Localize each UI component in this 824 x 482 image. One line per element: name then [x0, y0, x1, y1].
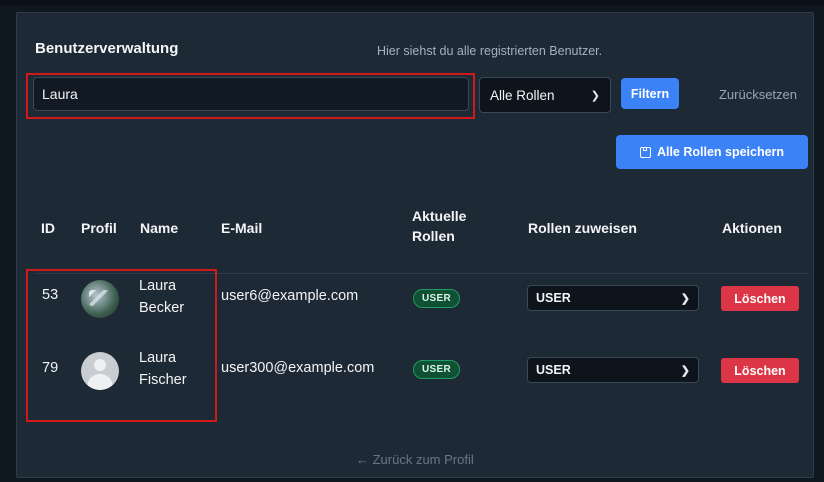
back-to-profile-link[interactable]: ← Zurück zum Profil [356, 452, 474, 467]
user-email: user300@example.com [221, 360, 375, 376]
save-all-roles-button[interactable]: Alle Rollen speichern [616, 135, 808, 169]
user-name: Laura Fischer [139, 347, 187, 391]
column-header-actions: Aktionen [722, 220, 782, 236]
header-divider [35, 273, 809, 274]
save-icon [639, 146, 651, 158]
user-last-name: Fischer [139, 372, 187, 388]
reset-button[interactable]: Zurücksetzen [703, 79, 813, 110]
user-last-name: Becker [139, 300, 185, 316]
search-input[interactable] [33, 77, 469, 111]
assign-role-value: USER [536, 363, 571, 377]
top-bar [0, 0, 824, 6]
filter-button[interactable]: Filtern [621, 78, 679, 109]
avatar [81, 352, 119, 390]
assign-role-value: USER [536, 291, 571, 305]
delete-button[interactable]: Löschen [721, 358, 799, 383]
user-first-name: Laura [139, 350, 177, 366]
user-id: 79 [42, 360, 59, 376]
user-email: user6@example.com [221, 288, 359, 304]
chevron-down-icon: ❯ [680, 364, 690, 377]
avatar [81, 280, 119, 318]
column-header-profile: Profil [81, 220, 117, 236]
user-id: 53 [42, 287, 59, 303]
column-header-name: Name [140, 220, 179, 236]
page-title: Benutzerverwaltung [35, 40, 179, 57]
assign-role-select[interactable]: USER ❯ [527, 357, 699, 383]
role-filter-select[interactable]: Alle Rollen ❯ [479, 77, 611, 113]
role-filter-value: Alle Rollen [490, 87, 555, 103]
save-all-roles-label: Alle Rollen speichern [656, 145, 785, 159]
assign-role-select[interactable]: USER ❯ [527, 285, 699, 311]
column-header-id: ID [41, 220, 55, 236]
delete-button[interactable]: Löschen [721, 286, 799, 311]
user-name: Laura Becker [139, 275, 184, 319]
user-management-panel: Benutzerverwaltung Hier siehst du alle r… [16, 12, 814, 478]
chevron-down-icon: ❯ [590, 89, 600, 102]
column-header-email: E-Mail [221, 220, 263, 236]
column-header-assign-roles: Rollen zuweisen [528, 220, 637, 236]
user-first-name: Laura [139, 278, 177, 294]
chevron-down-icon: ❯ [680, 292, 690, 305]
column-header-current-roles: Aktuelle Rollen [412, 208, 467, 244]
role-badge: USER [413, 360, 460, 379]
page-subtitle: Hier siehst du alle registrierten Benutz… [377, 44, 603, 58]
role-badge: USER [413, 289, 460, 308]
